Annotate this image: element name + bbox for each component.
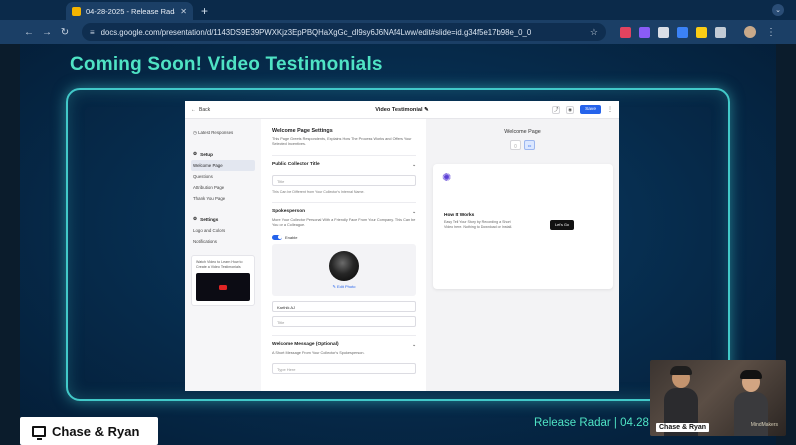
desktop-view-icon[interactable]: ▭ — [524, 140, 535, 150]
spokesperson-photo — [329, 250, 359, 281]
settings-icon: ⚙ — [193, 216, 198, 221]
chevron-down-icon[interactable]: ⌄ — [412, 209, 416, 215]
sidebar-item-welcome-page[interactable]: Welcome Page — [191, 160, 255, 171]
edit-photo-link[interactable]: ✎ Edit Photo — [333, 284, 356, 289]
presenter-name: Chase & Ryan — [52, 423, 140, 439]
welcome-settings-form: Welcome Page Settings This Page Greets R… — [269, 119, 419, 391]
reload-button[interactable]: ↻ — [56, 27, 74, 38]
section-header[interactable]: Public Collector Title ⌄ — [272, 162, 416, 168]
webcam-name-label: Chase & Ryan — [656, 423, 710, 432]
sidebar-head-setup: ⚙ Setup — [193, 151, 213, 157]
enable-toggle[interactable] — [272, 234, 282, 240]
sidebar-item-notifications[interactable]: Notifications — [191, 236, 255, 247]
browser-tab-bar: 04-28-2025 - Release Radar ✕ + ⌄ — [0, 0, 796, 20]
lets-go-button[interactable]: Let's Go — [550, 220, 575, 230]
enable-label: Enable — [285, 234, 298, 240]
back-label: Back — [199, 106, 211, 113]
tab-title: 04-28-2025 - Release Radar — [86, 6, 176, 16]
welcome-message-description: A Short Message From Your Collector's Sp… — [272, 350, 365, 355]
bookmark-star-icon[interactable]: ☆ — [590, 27, 598, 38]
section-spokesperson: Spokesperson ⌄ More Your Collector Person… — [272, 202, 416, 327]
extensions-puzzle-icon[interactable] — [715, 26, 726, 38]
title-input[interactable]: Title — [272, 175, 416, 187]
slide-title: Coming Soon! Video Testimonials — [70, 54, 383, 75]
extension-badge-icon[interactable] — [696, 26, 707, 38]
back-link[interactable]: ← Back — [191, 107, 210, 113]
sidebar-item-thank-you-page[interactable]: Thank You Page — [191, 193, 255, 204]
sidebar-head-settings: ⚙ Settings — [193, 216, 219, 222]
sidebar-item-questions[interactable]: Questions — [191, 171, 255, 182]
gear-icon: ⚙ — [193, 151, 198, 156]
close-tab-icon[interactable]: ✕ — [180, 7, 187, 16]
address-bar[interactable]: ≡ docs.google.com/presentation/d/1143DS9… — [82, 23, 606, 41]
browser-tab[interactable]: 04-28-2025 - Release Radar ✕ — [66, 2, 193, 20]
tab-search-chevron-icon[interactable]: ⌄ — [772, 4, 784, 16]
sidebar-item-logo-colors[interactable]: Logo and Colors — [191, 225, 255, 236]
chevron-down-icon[interactable]: ⌄ — [412, 342, 416, 348]
device-switcher: ▯ ▭ — [426, 140, 619, 150]
preview-eye-icon[interactable]: ◉ — [566, 105, 575, 114]
title-hint: This Can be Different from Your Collecto… — [272, 190, 365, 195]
mobile-view-icon[interactable]: ▯ — [510, 140, 521, 150]
arrow-left-icon: ← — [191, 106, 196, 113]
extension-drop-icon[interactable] — [677, 26, 688, 38]
browser-menu-icon[interactable]: ⋮ — [766, 27, 776, 38]
back-button[interactable]: ← — [20, 27, 38, 38]
person-body — [734, 392, 768, 436]
spokesperson-title-input[interactable]: Title — [272, 315, 416, 327]
video-thumbnail[interactable] — [196, 273, 250, 302]
app-screenshot: ← Back Video Testimonial ✎ ⤴ ◉ Save ⋮ ◷ L… — [185, 101, 619, 391]
webcam-overlay: Chase & Ryan MindMakers — [650, 360, 786, 436]
more-options-icon[interactable]: ⋮ — [607, 106, 613, 113]
form-heading: Welcome Page Settings — [272, 128, 333, 134]
share-icon[interactable]: ⤴ — [552, 105, 561, 114]
person-cap — [670, 366, 692, 375]
extension-grid-icon[interactable] — [658, 26, 669, 38]
tune-icon[interactable]: ≡ — [90, 28, 95, 37]
play-icon[interactable] — [219, 284, 227, 290]
profile-avatar[interactable] — [744, 26, 756, 38]
shirt-logo: MindMakers — [750, 422, 778, 428]
app-sidebar: ◷ Latest Responses ⚙ Setup Welcome Page Q… — [185, 119, 261, 391]
sidebar-item-latest-responses[interactable]: ◷ Latest Responses — [191, 127, 255, 139]
preview-heading: Welcome Page — [504, 129, 541, 135]
how-it-works-text: Easy Tell Your Story by Recording a Shor… — [444, 220, 513, 229]
new-tab-button[interactable]: + — [201, 4, 208, 18]
section-welcome-message: Welcome Message (Optional) ⌄ A Short Mess… — [272, 334, 416, 374]
footer-brand: Release Radar | 04.28 — [534, 417, 649, 429]
save-button[interactable]: Save — [580, 105, 601, 114]
chevron-down-icon[interactable]: ⌄ — [412, 162, 416, 168]
slides-favicon-icon — [72, 6, 81, 16]
form-subheading: This Page Greets Respondents, Explains H… — [272, 137, 412, 147]
enable-toggle-row: Enable — [272, 234, 416, 240]
section-collector-title: Public Collector Title ⌄ Title This Can b… — [272, 155, 416, 194]
url-text[interactable]: docs.google.com/presentation/d/1143DS9E3… — [101, 28, 584, 37]
welcome-message-input[interactable]: Type Here — [272, 362, 416, 374]
brand-burst-icon: ✺ — [442, 172, 452, 184]
left-edge-strip — [0, 44, 20, 445]
section-header[interactable]: Welcome Message (Optional) ⌄ — [272, 342, 416, 348]
browser-toolbar: ← → ↻ ≡ docs.google.com/presentation/d/1… — [0, 20, 796, 44]
sidebar-item-label: Latest Responses — [198, 130, 234, 135]
tutorial-video-card[interactable]: Watch Video to Learn How to Create a Vid… — [191, 255, 255, 307]
forward-button[interactable]: → — [38, 27, 56, 38]
preview-panel: Welcome Page ▯ ▭ ✺ How It Works Easy Tel… — [426, 119, 619, 391]
name-input[interactable]: Karthik AJ — [272, 300, 416, 312]
presenter-name-card: Chase & Ryan — [20, 417, 158, 445]
sidebar-item-attribution-page[interactable]: Attribution Page — [191, 182, 255, 193]
app-header: ← Back Video Testimonial ✎ ⤴ ◉ Save ⋮ — [185, 101, 619, 119]
spokesperson-description: More Your Collector Personal With a Frie… — [272, 218, 416, 228]
extensions-area — [620, 26, 726, 38]
app-actions: ⤴ ◉ Save ⋮ — [552, 105, 613, 114]
photo-upload-area: ✎ Edit Photo — [272, 243, 416, 296]
how-it-works-heading: How It Works — [444, 213, 475, 218]
section-header[interactable]: Spokesperson ⌄ — [272, 209, 416, 215]
extension-pen-icon[interactable] — [620, 26, 631, 38]
preview-card: ✺ How It Works Easy Tell Your Story by R… — [433, 164, 613, 289]
extension-screen-icon[interactable] — [639, 26, 650, 38]
tutorial-video-text: Watch Video to Learn How to Create a Vid… — [196, 260, 243, 269]
person-cap — [740, 370, 762, 379]
monitor-icon — [32, 425, 46, 440]
